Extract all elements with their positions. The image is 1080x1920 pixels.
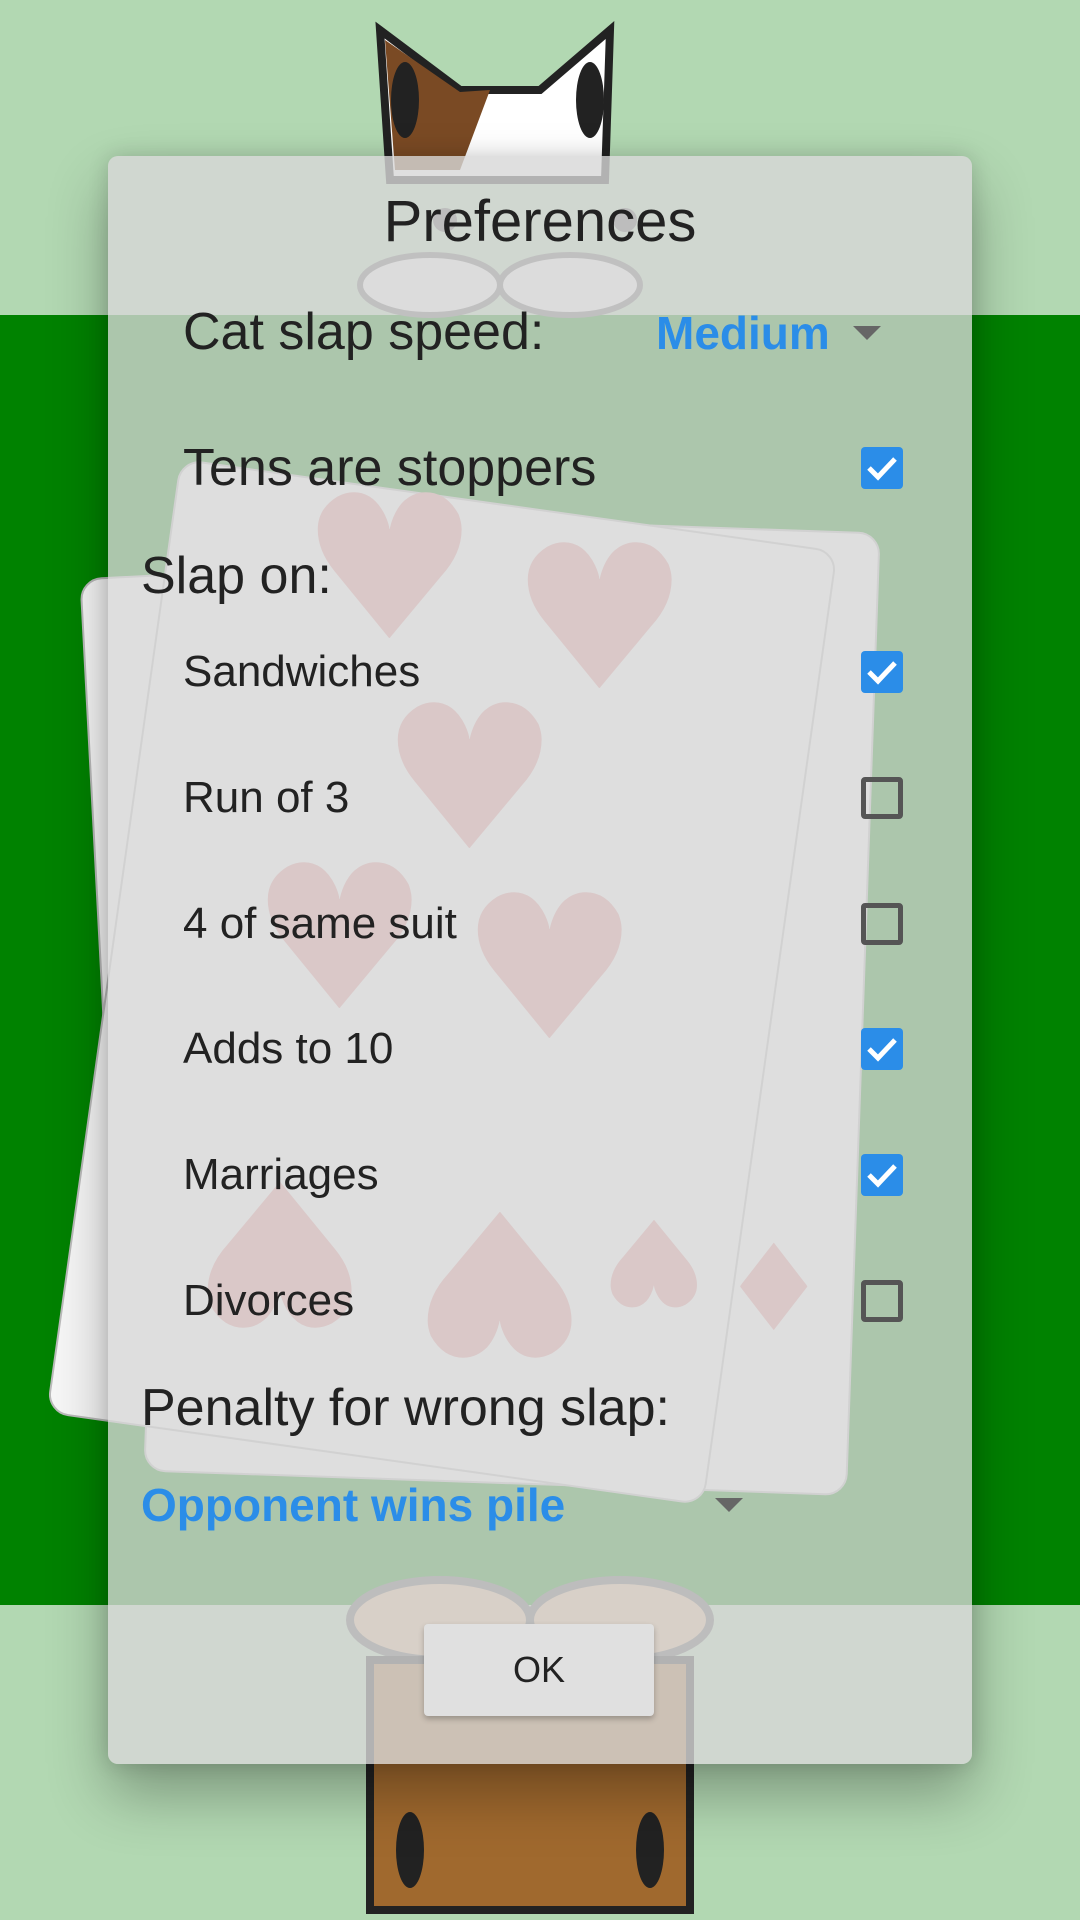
slap-option-label: Run of 3 [183,773,350,822]
slap-option-row[interactable]: 4 of same suit [183,884,903,964]
slap-option-label: Sandwiches [183,647,421,696]
slap-option-label: Adds to 10 [183,1024,394,1073]
marriages-checkbox[interactable] [861,1154,903,1196]
divorces-checkbox[interactable] [861,1280,903,1322]
penalty-dropdown[interactable]: Opponent wins pile [141,1478,565,1532]
checkmark-icon [867,1164,897,1188]
checkmark-icon [867,457,897,481]
caret-down-icon [853,326,881,340]
tens-are-stoppers-label: Tens are stoppers [183,439,597,497]
slap-option-row[interactable]: Marriages [183,1135,903,1215]
checkmark-icon [867,661,897,685]
adds-to-10-checkbox[interactable] [861,1028,903,1070]
sandwiches-checkbox[interactable] [861,651,903,693]
slap-option-row[interactable]: Run of 3 [183,758,903,838]
slap-option-label: Divorces [183,1276,355,1325]
slap-on-header: Slap on: [141,547,332,605]
slap-option-label: 4 of same suit [183,899,457,948]
checkmark-icon [867,1038,897,1062]
tens-are-stoppers-checkbox[interactable] [861,447,903,489]
four-of-same-suit-checkbox[interactable] [861,903,903,945]
penalty-header: Penalty for wrong slap: [141,1379,670,1437]
ok-button[interactable]: OK [424,1624,654,1716]
cat-slap-speed-dropdown[interactable]: Medium [656,306,830,360]
preferences-dialog: Preferences Cat slap speed: Medium Tens … [108,156,972,1764]
slap-option-row[interactable]: Divorces [183,1261,903,1341]
penalty-value: Opponent wins pile [141,1479,566,1531]
tens-are-stoppers-row[interactable]: Tens are stoppers [183,428,903,508]
dialog-title: Preferences [383,189,697,254]
run-of-3-checkbox[interactable] [861,777,903,819]
slap-option-label: Marriages [183,1150,379,1199]
caret-down-icon [715,1498,743,1512]
slap-option-row[interactable]: Adds to 10 [183,1009,903,1089]
slap-option-row[interactable]: Sandwiches [183,632,903,712]
cat-slap-speed-label: Cat slap speed: [183,303,545,361]
cat-slap-speed-value: Medium [656,307,830,359]
